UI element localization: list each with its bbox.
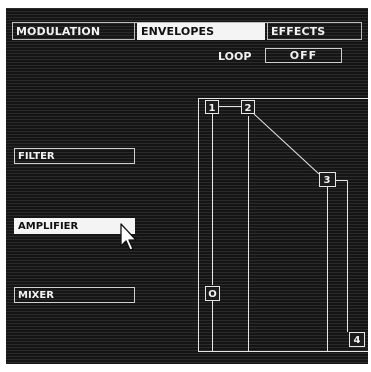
arrow-pointer-icon — [120, 223, 137, 251]
svg-text:1: 1 — [209, 103, 216, 114]
envelope-panel: MODULATION ENVELOPES EFFECTS LOOP OFF FI… — [6, 8, 368, 364]
envelope-point-origin[interactable]: O — [205, 286, 220, 301]
envelope-graph: 1 2 3 4 O — [198, 98, 368, 352]
segment-2-3 — [253, 113, 320, 175]
envelope-point-2[interactable]: 2 — [241, 100, 255, 115]
svg-text:2: 2 — [245, 103, 252, 114]
envelope-point-3[interactable]: 3 — [319, 172, 336, 187]
envelope-point-1[interactable]: 1 — [205, 100, 219, 115]
svg-text:3: 3 — [324, 175, 331, 186]
envelope-frame — [198, 98, 368, 352]
envelope-point-4[interactable]: 4 — [349, 332, 365, 347]
svg-text:O: O — [208, 289, 217, 300]
svg-text:4: 4 — [354, 335, 361, 346]
